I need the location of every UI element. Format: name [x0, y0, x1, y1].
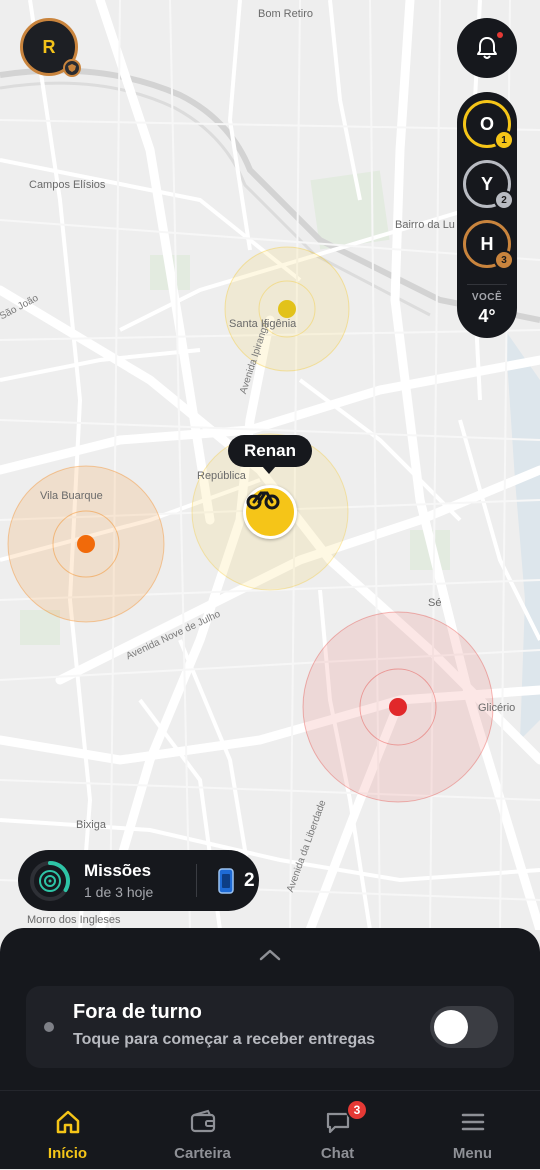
missions-title: Missões	[84, 861, 152, 880]
tooltip-arrow	[262, 466, 276, 474]
nav-label: Menu	[452, 1145, 493, 1162]
map-label-vila-buarque: Vila Buarque	[40, 490, 103, 502]
missions-button[interactable]: Missões 1 de 3 hoje 2	[18, 850, 259, 911]
avatar-initial: R	[42, 36, 56, 57]
bell-icon	[477, 37, 497, 59]
you-label: VOCÊ	[471, 292, 503, 303]
notifications-button[interactable]	[457, 18, 517, 78]
wallet-icon	[188, 1107, 218, 1137]
notification-dot	[497, 32, 503, 38]
nav-label: Chat	[320, 1145, 355, 1162]
chevron-up-icon[interactable]	[258, 948, 282, 962]
shift-status-subtitle: Toque para começar a receber entregas	[73, 1031, 376, 1048]
shift-status-title: Fora de turno	[73, 1001, 202, 1023]
map-label-se: Sé	[428, 597, 442, 609]
bottom-sheet[interactable]: Fora de turno Toque para começar a receb…	[0, 928, 540, 1090]
map-label-campos-eliseos: Campos Elísios	[29, 179, 106, 191]
rank-position-badge: 1	[494, 130, 514, 150]
missions-count: 2	[244, 870, 255, 891]
map-label-glicerio: Glicério	[478, 702, 516, 714]
map-label-bixiga: Bixiga	[76, 819, 106, 831]
zone-glicerio	[302, 611, 494, 803]
missions-progress-icon	[30, 861, 70, 901]
home-icon	[53, 1107, 83, 1137]
chat-unread-badge: 3	[346, 1099, 368, 1121]
rank-item-3[interactable]: H 3	[463, 220, 514, 270]
bottom-navigation: Início Carteira 3 Chat Menu	[0, 1090, 540, 1169]
toggle-knob	[434, 1010, 468, 1044]
zone-santa-ifigenia	[224, 246, 350, 372]
rank-position-badge: 2	[494, 190, 514, 210]
ranking-panel[interactable]: O 1 Y 2 H 3 VOCÊ 4°	[457, 92, 517, 338]
rank-item-2[interactable]: Y 2	[463, 160, 514, 210]
nav-item-chat[interactable]: 3 Chat	[270, 1091, 405, 1170]
ranking-divider	[467, 284, 507, 285]
rank-position-badge: 3	[494, 250, 514, 270]
map-label-morro-dos-ingleses: Morro dos Ingleses	[27, 914, 121, 926]
profile-avatar-button[interactable]: R	[20, 18, 81, 77]
shift-status-dot	[44, 1022, 54, 1032]
shift-toggle[interactable]	[430, 1006, 498, 1048]
map-label-bom-retiro: Bom Retiro	[258, 8, 314, 20]
nav-item-menu[interactable]: Menu	[405, 1091, 540, 1170]
map-label-bairro-da-luz: Bairro da Lu	[395, 219, 455, 231]
menu-icon	[458, 1107, 488, 1137]
shift-status-card[interactable]: Fora de turno Toque para começar a receb…	[26, 986, 514, 1068]
energy-drink-icon	[218, 868, 234, 894]
nav-item-carteira[interactable]: Carteira	[135, 1091, 270, 1170]
missions-subtitle: 1 de 3 hoje	[84, 884, 154, 900]
bicycle-icon	[246, 491, 280, 510]
you-position: 4°	[478, 306, 496, 326]
nav-label: Início	[47, 1145, 88, 1162]
map-label-republica: República	[197, 470, 246, 482]
nav-item-inicio[interactable]: Início	[0, 1091, 135, 1170]
user-location-marker[interactable]	[243, 485, 297, 539]
shield-badge-icon	[63, 59, 81, 77]
missions-divider	[196, 864, 197, 897]
nav-label: Carteira	[174, 1145, 231, 1162]
user-name-tooltip: Renan	[228, 435, 312, 467]
rank-item-1[interactable]: O 1	[463, 100, 514, 150]
